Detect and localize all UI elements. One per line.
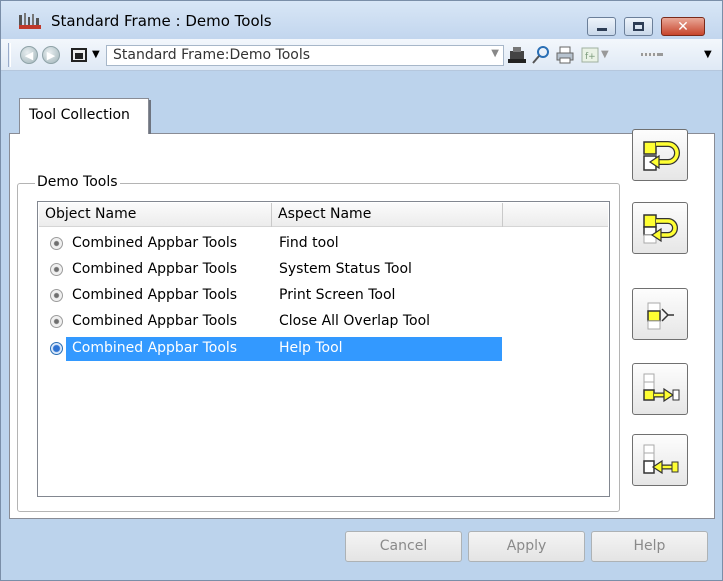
list-item[interactable]: Combined Appbar Tools Find tool (42, 232, 502, 256)
object-name-cell: Combined Appbar Tools (72, 340, 238, 356)
column-header-label: Aspect Name (278, 206, 372, 222)
column-header-empty[interactable] (503, 203, 608, 227)
move-up-button[interactable] (632, 202, 688, 254)
forward-button[interactable]: ▶ (42, 46, 60, 64)
back-arrow-icon: ◀ (24, 48, 34, 62)
radio-icon[interactable] (50, 237, 63, 250)
window-title: Standard Frame : Demo Tools (51, 12, 272, 30)
column-header-aspect-name[interactable]: Aspect Name (272, 203, 503, 227)
toolbar-overflow-icon[interactable]: ▼ (704, 49, 712, 60)
aspect-name-cell: Print Screen Tool (279, 287, 396, 303)
application-window: Standard Frame : Demo Tools ✕ ◀ ▶ ▼ Stan… (0, 0, 723, 581)
frame-dropdown-arrow-icon[interactable]: ▼ (92, 49, 100, 60)
network-tool-icon[interactable] (507, 45, 527, 65)
formula-tool-icon[interactable]: f+ (580, 45, 600, 65)
radio-icon[interactable] (50, 315, 63, 328)
aspect-name-cell: System Status Tool (279, 261, 412, 277)
tools-list[interactable]: Object Name Aspect Name Combined Appbar … (37, 201, 610, 497)
column-header-object-name[interactable]: Object Name (39, 203, 272, 227)
move-to-bottom-icon (643, 444, 679, 475)
address-text: Standard Frame:Demo Tools (113, 47, 311, 63)
app-icon (19, 13, 41, 29)
toolbar-options-icon[interactable] (640, 45, 664, 65)
list-item[interactable]: Combined Appbar Tools System Status Tool (42, 258, 502, 282)
list-item[interactable]: Combined Appbar Tools Print Screen Tool (42, 284, 502, 308)
frame-select-icon[interactable] (71, 48, 87, 62)
navigation-toolbar: ◀ ▶ ▼ Standard Frame:Demo Tools ▼ f+ ▼ ▼ (1, 39, 722, 71)
list-item-selected[interactable]: Combined Appbar Tools Help Tool (42, 337, 502, 361)
object-name-cell: Combined Appbar Tools (72, 261, 238, 277)
title-bar[interactable]: Standard Frame : Demo Tools ✕ (1, 1, 722, 39)
forward-arrow-icon: ▶ (46, 48, 56, 62)
formula-dropdown-icon[interactable]: ▼ (601, 49, 609, 60)
object-name-cell: Combined Appbar Tools (72, 235, 238, 251)
list-item[interactable]: Combined Appbar Tools Close All Overlap … (42, 310, 502, 334)
apply-button[interactable]: Apply (468, 531, 585, 562)
collapse-button[interactable] (632, 288, 688, 340)
object-name-cell: Combined Appbar Tools (72, 313, 238, 329)
radio-icon[interactable] (50, 263, 63, 276)
move-down-icon (643, 373, 680, 403)
printer-icon[interactable] (555, 45, 575, 65)
tab-divider (149, 100, 151, 134)
pin-tool-icon[interactable] (531, 45, 551, 65)
move-to-bottom-button[interactable] (632, 434, 688, 486)
object-name-cell: Combined Appbar Tools (72, 287, 238, 303)
radio-icon[interactable] (50, 289, 63, 302)
maximize-button[interactable] (624, 17, 653, 36)
collapse-icon (647, 302, 674, 330)
tab-tool-collection[interactable]: Tool Collection (19, 98, 149, 134)
help-button[interactable]: Help (591, 531, 708, 562)
close-icon: ✕ (677, 18, 689, 35)
toolbar-grip[interactable] (8, 43, 11, 67)
move-down-button[interactable] (632, 363, 688, 415)
back-button[interactable]: ◀ (20, 46, 38, 64)
minimize-icon (596, 28, 607, 31)
move-to-top-icon (643, 141, 680, 171)
tab-label: Tool Collection (29, 107, 130, 123)
aspect-name-cell: Close All Overlap Tool (279, 313, 431, 329)
move-up-icon (643, 214, 678, 244)
radio-icon[interactable] (50, 342, 63, 355)
close-button[interactable]: ✕ (661, 17, 705, 36)
address-dropdown-icon[interactable]: ▼ (491, 48, 499, 59)
svg-text:f+: f+ (585, 52, 596, 62)
cancel-button[interactable]: Cancel (345, 531, 462, 562)
group-label: Demo Tools (35, 174, 120, 190)
minimize-button[interactable] (587, 17, 616, 36)
aspect-name-cell: Help Tool (279, 340, 343, 356)
maximize-icon (633, 22, 644, 31)
list-header: Object Name Aspect Name (39, 203, 608, 227)
address-combobox[interactable]: Standard Frame:Demo Tools ▼ (106, 45, 504, 66)
aspect-name-cell: Find tool (279, 235, 339, 251)
move-to-top-button[interactable] (632, 129, 688, 181)
column-header-label: Object Name (45, 206, 137, 222)
